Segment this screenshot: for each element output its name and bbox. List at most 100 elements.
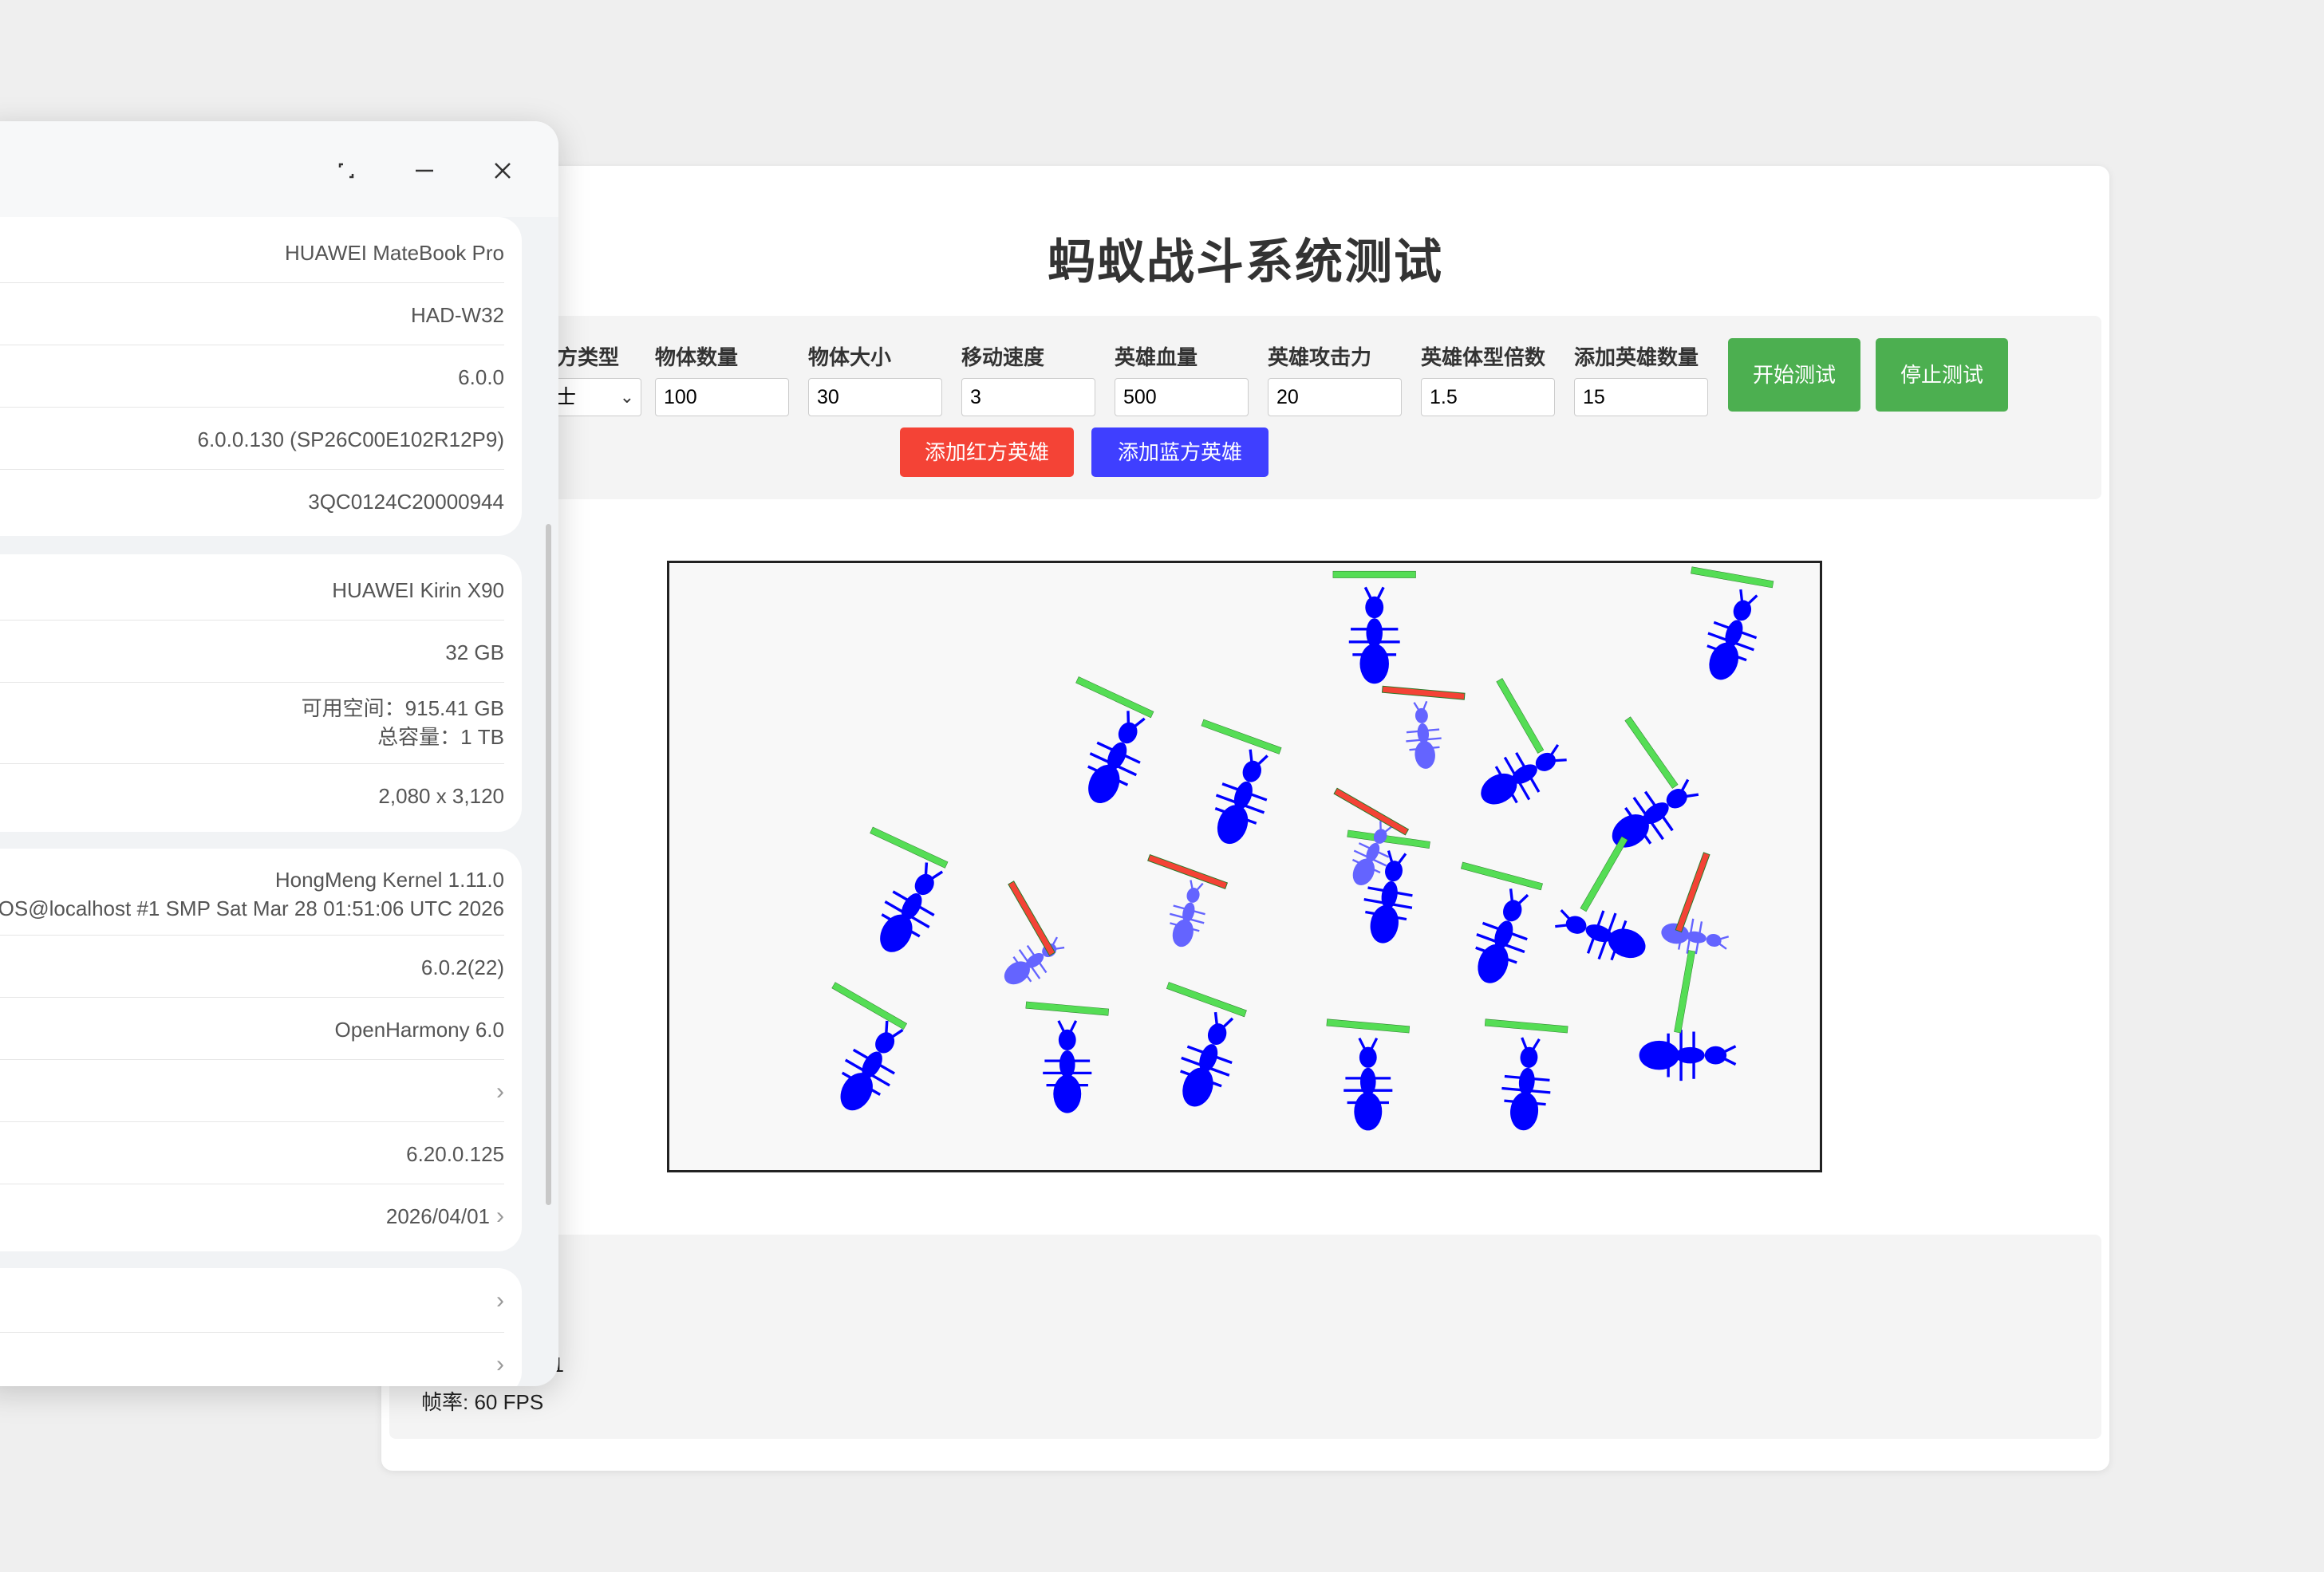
add-blue-hero-button[interactable]: 添加蓝方英雄 <box>1091 427 1269 477</box>
chevron-down-icon: ⌄ <box>619 387 634 407</box>
stop-test-button[interactable]: 停止测试 <box>1876 338 2008 412</box>
divider <box>0 1332 504 1333</box>
more-row-2[interactable]: › <box>0 1351 504 1378</box>
count-control: 物体数量 100 <box>655 341 789 416</box>
ant-health-bar <box>1333 787 1410 836</box>
openharmony-version: OpenHarmony 6.0 <box>334 1018 504 1042</box>
close-icon[interactable] <box>487 155 519 187</box>
ant-health-bar <box>1381 685 1466 700</box>
chevron-right-icon: › <box>496 1287 504 1314</box>
ant-health-bar <box>1147 853 1229 889</box>
os-version: 6.0.0 <box>458 365 504 389</box>
battle-arena-svg <box>831 566 1774 1131</box>
stats-panel: 1 21 帧率: 60 FPS <box>389 1235 2101 1439</box>
size-control: 物体大小 30 <box>808 341 942 416</box>
ant-health-bar <box>1484 1018 1568 1034</box>
battle-arena-canvas[interactable] <box>667 561 1822 1172</box>
hero-scale-control: 英雄体型倍数 1.5 <box>1421 341 1555 416</box>
more-info-card: › › <box>0 1268 522 1386</box>
device-info-card: HUAWEI MateBook Pro HAD-W32 6.0.0 6.0.0.… <box>0 217 522 536</box>
resolution-value: 2,080 x 3,120 <box>378 784 504 808</box>
device-name: HUAWEI MateBook Pro <box>284 241 504 265</box>
ant-health-bar <box>1624 716 1679 789</box>
hero-add-count-control: 添加英雄数量 15 <box>1574 341 1708 416</box>
date-row[interactable]: 2026/04/01 › <box>0 1203 504 1230</box>
chevron-right-icon: › <box>496 1351 504 1377</box>
type-control: 方类型 战士 ⌄ <box>536 341 641 416</box>
divider <box>0 935 504 936</box>
hero-attack-input[interactable]: 20 <box>1268 378 1402 416</box>
ant-unit <box>1043 1020 1092 1113</box>
chevron-right-icon: › <box>496 1078 504 1105</box>
hardware-info-card: HUAWEI Kirin X90 32 GB 可用空间：915.41 GB 总容… <box>0 554 522 832</box>
ant-unit <box>880 862 944 952</box>
ant-unit <box>1348 586 1400 684</box>
storage-total: 总容量：1 TB <box>377 725 504 749</box>
hero-hp-control: 英雄血量 500 <box>1115 341 1249 416</box>
ant-health-bar <box>1496 678 1545 754</box>
ant-unit <box>1475 888 1529 983</box>
ant-health-bar <box>1332 570 1416 578</box>
start-test-button[interactable]: 开始测试 <box>1728 338 1860 412</box>
fullscreen-icon[interactable] <box>330 155 362 187</box>
ant-health-bar <box>1691 566 1774 589</box>
memory-value: 32 GB <box>445 640 504 664</box>
ant-health-bar <box>1347 829 1430 849</box>
chevron-row[interactable]: › <box>0 1078 504 1105</box>
ant-unit <box>1639 1030 1737 1081</box>
divider <box>0 1059 504 1060</box>
device-info-window: HUAWEI MateBook Pro HAD-W32 6.0.0 6.0.0.… <box>0 121 558 1386</box>
hero-scale-label: 英雄体型倍数 <box>1421 345 1546 369</box>
more-row-1[interactable]: › <box>0 1287 504 1314</box>
software-version: 6.0.0.130 (SP26C00E102R12P9) <box>197 427 505 451</box>
divider <box>0 997 504 998</box>
divider <box>0 1121 504 1122</box>
count-label: 物体数量 <box>655 345 739 369</box>
ant-health-bar <box>1166 982 1247 1018</box>
divider <box>0 407 504 408</box>
ant-unit <box>1707 589 1758 680</box>
minimize-icon[interactable] <box>408 155 440 187</box>
processor-value: HUAWEI Kirin X90 <box>332 578 504 602</box>
divider <box>0 763 504 764</box>
ant-unit <box>1180 1011 1234 1107</box>
ant-unit <box>1169 880 1205 948</box>
window-title-bar <box>0 121 558 217</box>
scrollbar[interactable] <box>546 524 551 1205</box>
size-label: 物体大小 <box>808 345 892 369</box>
divider <box>0 469 504 470</box>
ant-unit <box>1344 1037 1393 1131</box>
date-value: 2026/04/01 <box>385 1204 490 1228</box>
ant-health-bar <box>1025 1001 1110 1016</box>
ant-unit <box>1004 936 1065 985</box>
count-input[interactable]: 100 <box>655 378 789 416</box>
hero-add-count-input[interactable]: 15 <box>1574 378 1708 416</box>
hero-attack-control: 英雄攻击力 20 <box>1268 341 1402 416</box>
type-select[interactable]: 战士 ⌄ <box>536 378 641 416</box>
api-version: 6.0.2(22) <box>420 955 504 979</box>
ant-health-bar <box>870 826 949 869</box>
speed-control: 移动速度 3 <box>961 341 1095 416</box>
speed-label: 移动速度 <box>961 345 1045 369</box>
ant-unit <box>1501 1037 1551 1131</box>
divider <box>0 682 504 683</box>
ant-health-bar <box>1580 836 1628 912</box>
size-input[interactable]: 30 <box>808 378 942 416</box>
ant-health-bar <box>1008 881 1056 956</box>
ant-health-bar <box>1674 950 1696 1034</box>
hero-scale-input[interactable]: 1.5 <box>1421 378 1555 416</box>
hero-hp-label: 英雄血量 <box>1115 345 1198 369</box>
ant-health-bar <box>1460 861 1543 891</box>
divider <box>0 620 504 621</box>
serial-number: 3QC0124C20000944 <box>308 490 504 514</box>
type-label: 方类型 <box>557 345 620 369</box>
add-red-hero-button[interactable]: 添加红方英雄 <box>900 427 1074 477</box>
chevron-right-icon: › <box>496 1203 504 1229</box>
speed-input[interactable]: 3 <box>961 378 1095 416</box>
ant-unit <box>1087 711 1146 804</box>
ant-unit <box>1481 743 1567 805</box>
system-info-card: HongMeng Kernel 1.11.0 OS@localhost #1 S… <box>0 849 522 1251</box>
hero-attack-label: 英雄攻击力 <box>1268 345 1372 369</box>
hero-hp-input[interactable]: 500 <box>1115 378 1249 416</box>
ant-health-bar <box>1326 1018 1411 1034</box>
